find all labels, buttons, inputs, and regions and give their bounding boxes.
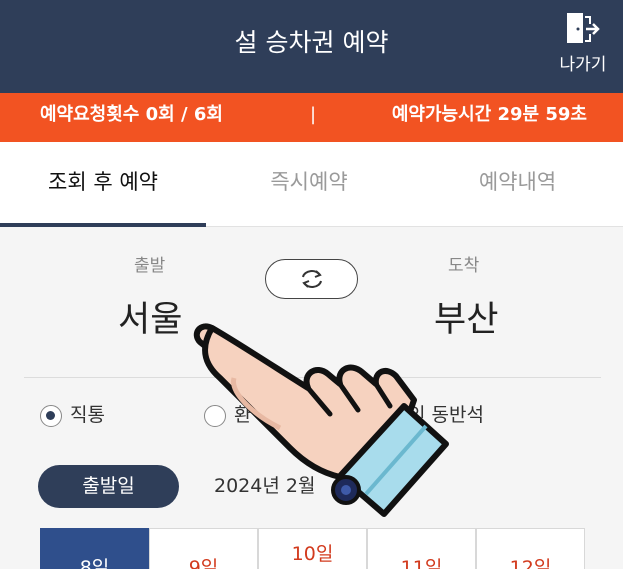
selected-date-main: 2024년 2월 <box>214 475 316 497</box>
section-divider <box>24 377 601 378</box>
remaining-time-text: 예약가능시간 29분 59초 <box>391 104 587 125</box>
day-cell[interactable]: 8일 <box>40 528 149 569</box>
reservation-counter-bar: 예약요청횟수 0회 / 6회 | 예약가능시간 29분 59초 <box>0 93 623 142</box>
tab-bar: 조회 후 예약 즉시예약 예약내역 <box>0 142 623 227</box>
swap-stations-button[interactable] <box>265 259 358 299</box>
app-header: 설 승차권 예약 나가기 <box>0 0 623 93</box>
arrival-label: 도착 <box>448 256 480 276</box>
day-label: 9일 <box>188 557 219 569</box>
day-label: 10일 <box>291 543 334 565</box>
radio-transfer[interactable]: 환 <box>204 395 251 435</box>
departure-label: 출발 <box>134 256 166 276</box>
day-cell[interactable]: 9일 <box>149 528 258 569</box>
exit-door-icon <box>567 13 600 43</box>
day-selector: 8일 9일 10일 11일 12일 <box>40 528 585 569</box>
request-count-text: 예약요청횟수 0회 / 6회 <box>40 104 223 125</box>
day-label: 11일 <box>400 557 443 569</box>
radio-selected-icon <box>40 404 62 427</box>
page-title: 설 승차권 예약 <box>234 28 389 57</box>
arrival-station[interactable]: 부산 <box>434 291 498 342</box>
departure-date-button[interactable]: 출발일 <box>38 465 179 508</box>
station-selector: 출발 서울 도착 부산 <box>0 227 623 377</box>
tab-instant-reserve[interactable]: 즉시예약 <box>206 142 412 227</box>
day-label: 8일 <box>79 557 110 569</box>
radio-companion-seat[interactable]: 인 동반석 <box>408 395 484 435</box>
swap-arrows-icon <box>302 270 322 288</box>
radio-transfer-label: 환 <box>234 404 252 426</box>
exit-button[interactable]: 나가기 <box>551 12 615 84</box>
day-cell[interactable]: 11일 <box>367 528 476 569</box>
day-cell[interactable]: 10일 <box>258 528 367 569</box>
tab-reservation-history[interactable]: 예약내역 <box>412 142 623 227</box>
departure-station[interactable]: 서울 <box>118 291 182 342</box>
radio-unselected-icon <box>204 404 226 427</box>
radio-companion-label: 인 동반석 <box>408 404 484 426</box>
tab-search-then-reserve[interactable]: 조회 후 예약 <box>0 142 206 227</box>
selected-date-weekday: 목) <box>379 475 405 497</box>
train-type-options: 직통 환 인 동반석 <box>0 395 623 435</box>
day-cell[interactable]: 12일 <box>476 528 585 569</box>
day-label: 12일 <box>509 557 552 569</box>
radio-direct-label: 직통 <box>70 404 105 426</box>
exit-label: 나가기 <box>559 55 607 75</box>
counter-separator: | <box>310 104 317 125</box>
radio-direct[interactable]: 직통 <box>40 395 105 435</box>
selected-date-text[interactable]: 2024년 2월 목) <box>214 465 404 508</box>
